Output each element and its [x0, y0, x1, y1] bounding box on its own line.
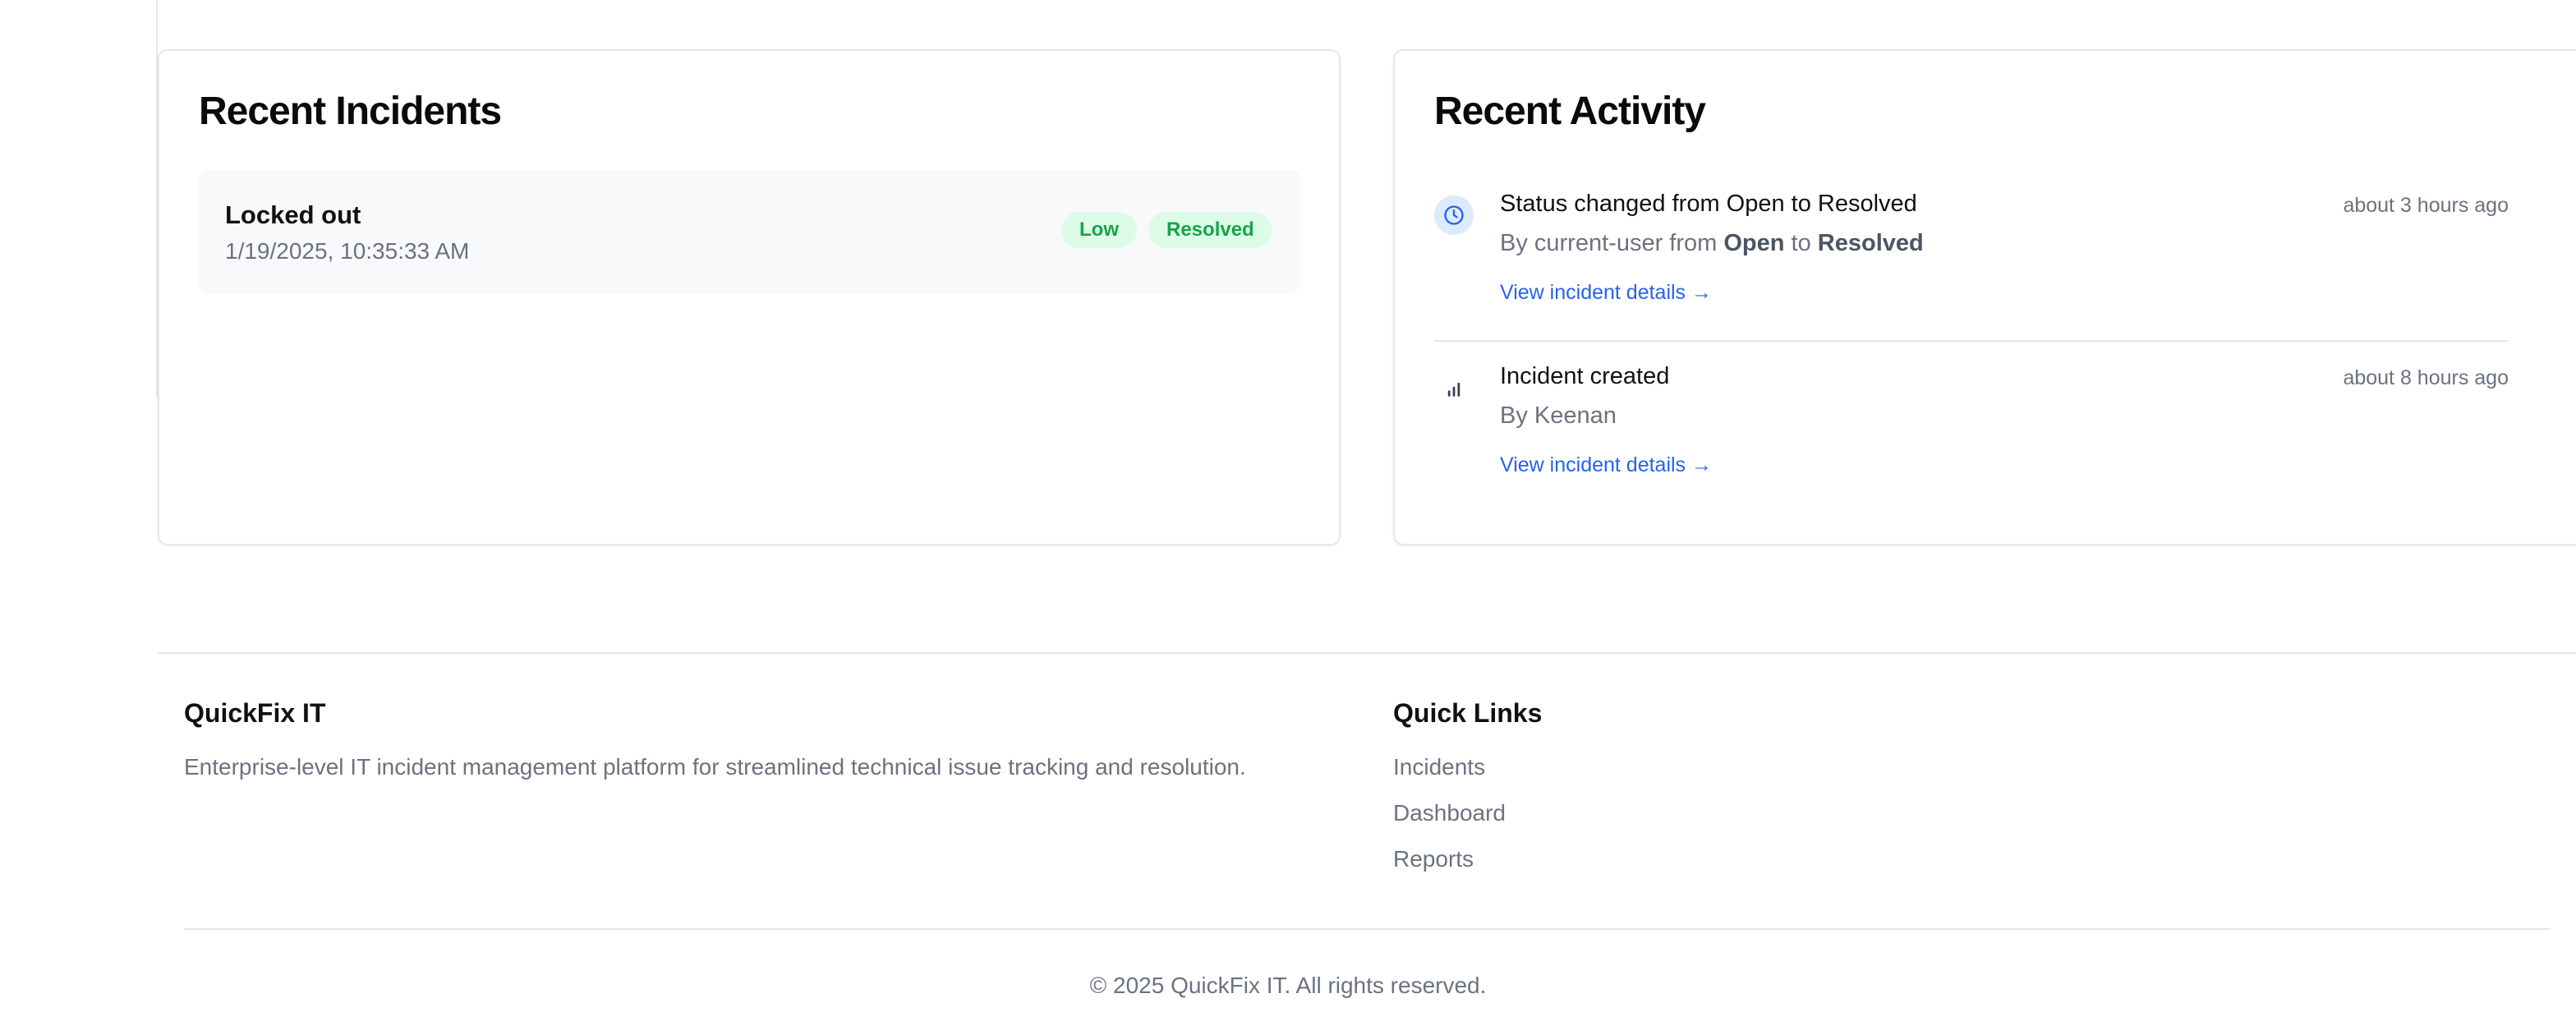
recent-incidents-title: Recent Incidents [199, 90, 502, 133]
footer-link-incidents[interactable]: Incidents [1393, 754, 1485, 780]
footer-brand: QuickFix IT [184, 698, 326, 728]
priority-badge: Low [1061, 212, 1137, 248]
footer-link-dashboard[interactable]: Dashboard [1393, 800, 1506, 826]
copyright-text: © 2025 QuickFix IT. All rights reserved. [1089, 973, 1487, 998]
activity-timestamp: about 8 hours ago [2343, 366, 2509, 389]
activity-item: Incident created By Keenan View incident… [1434, 363, 2509, 511]
status-badge: Resolved [1148, 212, 1272, 248]
incident-date: 1/19/2025, 10:35:33 AM [225, 238, 470, 264]
activity-timestamp: about 3 hours ago [2343, 194, 2509, 217]
activity-to-word: to [1784, 230, 1818, 256]
footer-link-reports[interactable]: Reports [1393, 846, 1474, 872]
activity-title: Incident created [1500, 363, 1670, 389]
footer-divider [184, 928, 2550, 930]
incident-row[interactable]: Locked out 1/19/2025, 10:35:33 AM Low Re… [199, 169, 1300, 294]
view-incident-details-link[interactable]: View incident details → [1500, 453, 1712, 477]
activity-by: By Keenan [1500, 402, 1617, 429]
recent-activity-title: Recent Activity [1434, 90, 1706, 133]
sidebar-edge [156, 0, 158, 49]
activity-title: Status changed from Open to Resolved [1500, 191, 1917, 217]
footer-divider [158, 652, 2576, 654]
bar-chart-icon [1434, 368, 1474, 407]
incident-title: Locked out [225, 200, 361, 229]
clock-icon [1434, 196, 1474, 235]
activity-from-status: Open [1723, 230, 1785, 256]
activity-to-status: Resolved [1817, 230, 1924, 256]
activity-by: By current-user from Open to Resolved [1500, 230, 1924, 257]
recent-incidents-card: Recent Incidents Locked out 1/19/2025, 1… [158, 49, 1341, 545]
footer-description: Enterprise-level IT incident management … [184, 754, 1246, 780]
activity-by-prefix: By current-user from [1500, 230, 1724, 256]
view-incident-details-link[interactable]: View incident details → [1500, 281, 1712, 305]
page: Recent Incidents Locked out 1/19/2025, 1… [0, 0, 2576, 1012]
recent-activity-card: Recent Activity Status changed from Open… [1393, 49, 2576, 545]
activity-item: Status changed from Open to Resolved By … [1434, 191, 2509, 342]
quick-links-title: Quick Links [1393, 698, 1543, 728]
